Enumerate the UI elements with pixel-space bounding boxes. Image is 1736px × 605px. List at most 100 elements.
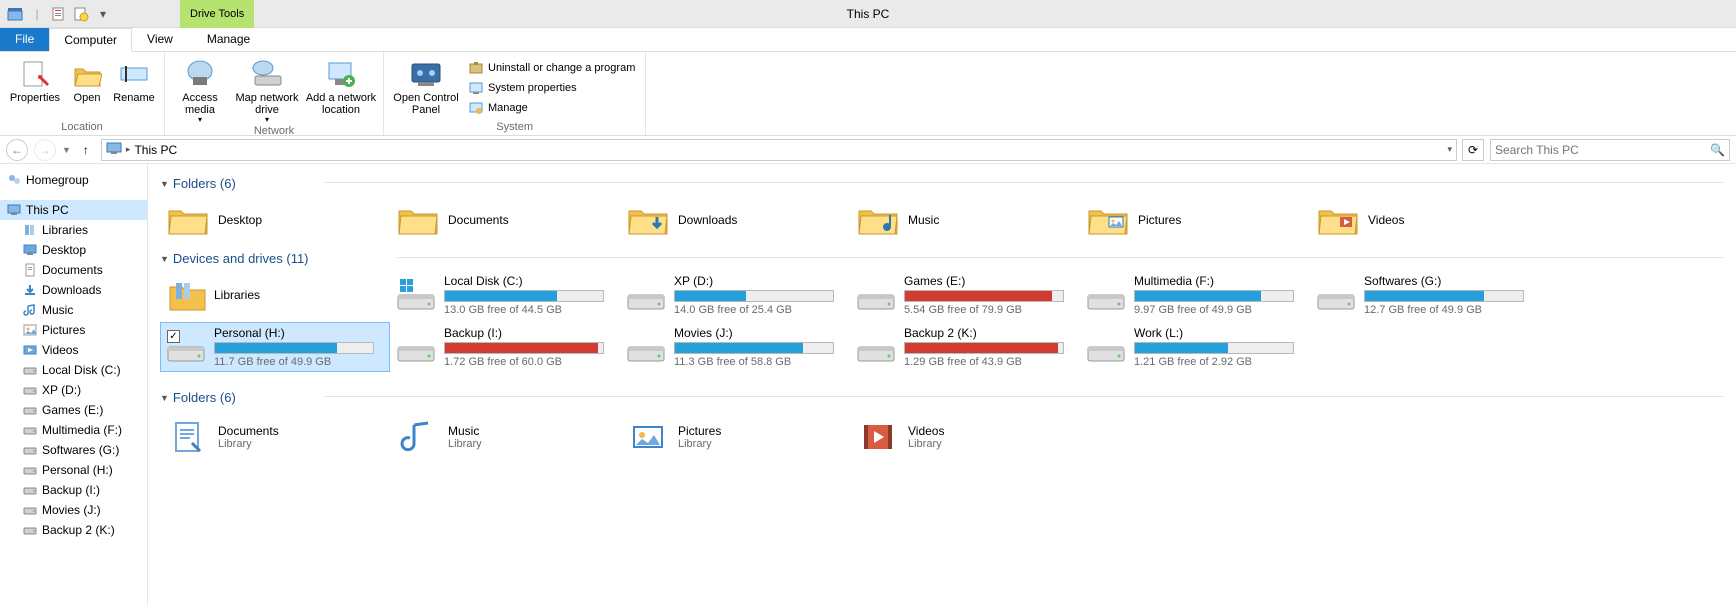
tree-icon [22, 302, 38, 318]
folder-item[interactable]: Desktop [160, 195, 390, 245]
drive-item[interactable]: ✓Personal (H:)11.7 GB free of 49.9 GB [160, 322, 390, 372]
tab-computer[interactable]: Computer [49, 28, 132, 52]
folder-icon [856, 201, 900, 239]
library-icon [166, 415, 210, 459]
tab-file[interactable]: File [0, 27, 49, 51]
checkbox-icon[interactable]: ✓ [167, 330, 180, 343]
search-input[interactable] [1495, 143, 1710, 157]
drive-label: Personal (H:) [214, 326, 384, 340]
sidebar-item[interactable]: Games (E:) [0, 400, 147, 420]
drive-item[interactable]: Work (L:)1.21 GB free of 2.92 GB [1080, 322, 1310, 372]
sidebar-item-thispc[interactable]: This PC [0, 200, 147, 220]
drive-free: 12.7 GB free of 49.9 GB [1364, 304, 1534, 316]
sidebar-item[interactable]: Downloads [0, 280, 147, 300]
sidebar-item[interactable]: Local Disk (C:) [0, 360, 147, 380]
add-network-icon [325, 58, 357, 90]
folder-label: Videos [1368, 213, 1404, 227]
folder-item[interactable]: Pictures [1080, 195, 1310, 245]
manage-link[interactable]: Manage [468, 100, 635, 116]
drive-item[interactable]: Multimedia (F:)9.97 GB free of 49.9 GB [1080, 270, 1310, 320]
caret-down-icon: ▼ [160, 179, 169, 189]
drive-tools-context-tab[interactable]: Drive Tools [180, 0, 254, 28]
library-item[interactable]: MusicLibrary [390, 409, 620, 465]
sidebar-item[interactable]: Desktop [0, 240, 147, 260]
drive-icon [166, 277, 206, 313]
tree-label: Music [42, 303, 73, 317]
folder-item[interactable]: Videos [1310, 195, 1540, 245]
qat-new-icon[interactable] [72, 5, 90, 23]
rename-button[interactable]: Rename [110, 54, 158, 121]
caret-down-icon: ▼ [160, 393, 169, 403]
library-item[interactable]: VideosLibrary [850, 409, 1080, 465]
tab-view[interactable]: View [132, 27, 188, 51]
usage-bar [214, 342, 374, 354]
drive-icon [1086, 329, 1126, 365]
breadcrumb[interactable]: This PC [134, 143, 177, 157]
breadcrumb-sep-icon[interactable]: ▸ [126, 144, 131, 155]
sidebar-item[interactable]: Documents [0, 260, 147, 280]
section-drives-header[interactable]: ▼ Devices and drives (11) [160, 251, 309, 266]
tree-icon [22, 362, 38, 378]
ribbon-group-location: Properties Open Rename Location [0, 52, 165, 135]
drive-item[interactable]: Local Disk (C:)13.0 GB free of 44.5 GB [390, 270, 620, 320]
access-media-button[interactable]: Access media▾ [171, 54, 229, 125]
folder-item[interactable]: Documents [390, 195, 620, 245]
folder-item[interactable]: Downloads [620, 195, 850, 245]
qat-properties-icon[interactable] [50, 5, 68, 23]
sidebar-item[interactable]: Music [0, 300, 147, 320]
drive-icon [396, 277, 436, 313]
section-libraries-header[interactable]: ▼ Folders (6) [160, 390, 236, 405]
open-control-panel-button[interactable]: Open Control Panel [390, 54, 462, 121]
sidebar-item[interactable]: Backup 2 (K:) [0, 520, 147, 540]
properties-button[interactable]: Properties [6, 54, 64, 121]
folder-label: Downloads [678, 213, 737, 227]
sidebar-item[interactable]: Libraries [0, 220, 147, 240]
sidebar-item[interactable]: Multimedia (F:) [0, 420, 147, 440]
folder-icon [396, 201, 440, 239]
drive-item[interactable]: Movies (J:)11.3 GB free of 58.8 GB [620, 322, 850, 372]
library-label: Videos [908, 424, 944, 438]
sidebar-item[interactable]: Backup (I:) [0, 480, 147, 500]
drive-item[interactable]: Backup (I:)1.72 GB free of 60.0 GB [390, 322, 620, 372]
drive-item[interactable]: XP (D:)14.0 GB free of 25.4 GB [620, 270, 850, 320]
folder-item[interactable]: Music [850, 195, 1080, 245]
search-box[interactable]: 🔍 [1490, 139, 1730, 161]
sidebar-item[interactable]: Pictures [0, 320, 147, 340]
sidebar-item[interactable]: Personal (H:) [0, 460, 147, 480]
drive-item[interactable]: Libraries [160, 270, 390, 320]
sidebar-item[interactable]: Videos [0, 340, 147, 360]
system-properties-link[interactable]: System properties [468, 80, 635, 96]
library-item[interactable]: PicturesLibrary [620, 409, 850, 465]
section-folders-header[interactable]: ▼ Folders (6) [160, 176, 236, 191]
forward-button[interactable]: → [34, 139, 56, 161]
back-button[interactable]: ← [6, 139, 28, 161]
sidebar-item[interactable]: Movies (J:) [0, 500, 147, 520]
drive-free: 14.0 GB free of 25.4 GB [674, 304, 844, 316]
drive-item[interactable]: Softwares (G:)12.7 GB free of 49.9 GB [1310, 270, 1540, 320]
tree-label: Backup 2 (K:) [42, 523, 115, 537]
uninstall-program-link[interactable]: Uninstall or change a program [468, 60, 635, 76]
history-dropdown-icon[interactable]: ▼ [62, 145, 71, 155]
address-bar[interactable]: ▸ This PC ▾ [101, 139, 1457, 161]
tab-manage[interactable]: Manage [192, 27, 265, 51]
map-network-drive-button[interactable]: Map network drive▾ [231, 54, 303, 125]
open-button[interactable]: Open [66, 54, 108, 121]
homegroup-icon [6, 172, 22, 188]
tree-label: Backup (I:) [42, 483, 100, 497]
sidebar-item-homegroup[interactable]: Homegroup [0, 170, 147, 190]
sidebar-item[interactable]: Softwares (G:) [0, 440, 147, 460]
tree-icon [22, 502, 38, 518]
address-dropdown-icon[interactable]: ▾ [1447, 144, 1452, 155]
drive-icon [1316, 277, 1356, 313]
drive-item[interactable]: Games (E:)5.54 GB free of 79.9 GB [850, 270, 1080, 320]
sidebar-item[interactable]: XP (D:) [0, 380, 147, 400]
qat-dropdown-icon[interactable]: ▾ [94, 5, 112, 23]
tree-icon [22, 442, 38, 458]
ribbon-group-label: System [390, 121, 639, 135]
add-network-location-button[interactable]: Add a network location [305, 54, 377, 125]
refresh-button[interactable]: ⟳ [1462, 139, 1484, 161]
up-button[interactable]: ↑ [77, 141, 95, 159]
usage-bar [904, 342, 1064, 354]
library-item[interactable]: DocumentsLibrary [160, 409, 390, 465]
drive-item[interactable]: Backup 2 (K:)1.29 GB free of 43.9 GB [850, 322, 1080, 372]
